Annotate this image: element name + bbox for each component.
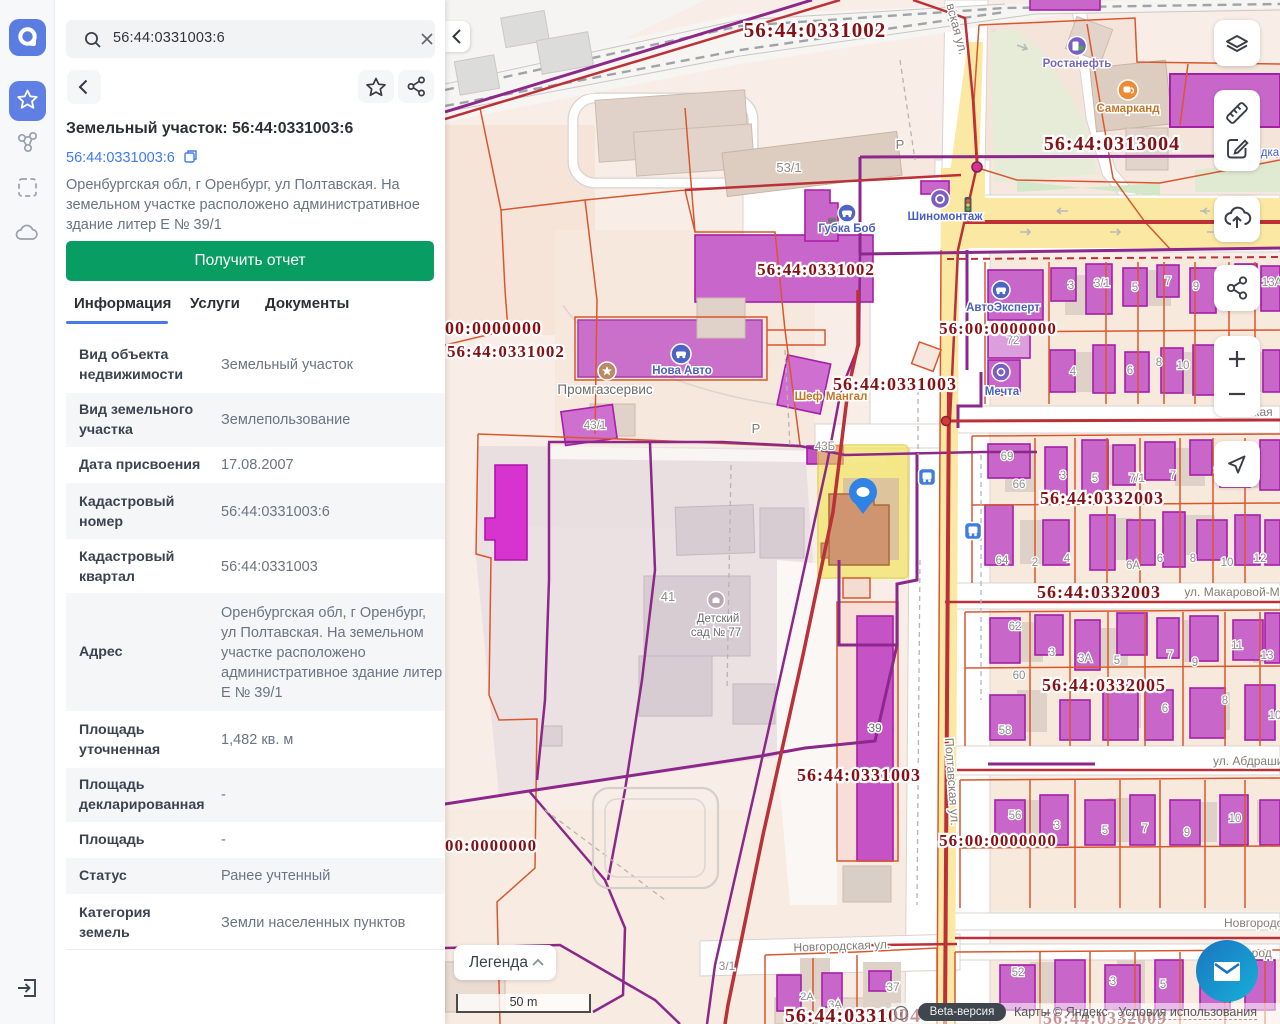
svg-text:9: 9 [1184, 827, 1190, 839]
svg-text:56:44:0332003: 56:44:0332003 [1037, 582, 1161, 602]
svg-text:Самарканд: Самарканд [1096, 103, 1160, 115]
svg-text:10: 10 [1229, 813, 1242, 825]
svg-text:56:44:0331003: 56:44:0331003 [833, 374, 957, 394]
svg-text:ул. Макаровой-М: ул. Макаровой-М [1184, 585, 1279, 599]
svg-text:00:0000000: 00:0000000 [445, 836, 537, 855]
svg-text:64: 64 [996, 555, 1009, 567]
svg-text:41: 41 [661, 589, 675, 604]
svg-text:56:44:0332005: 56:44:0332005 [1042, 675, 1166, 695]
svg-text:69: 69 [1001, 451, 1014, 463]
svg-text:8: 8 [1190, 553, 1196, 565]
svg-text:56:44:0331003: 56:44:0331003 [797, 765, 921, 785]
svg-text:Детский: Детский [697, 613, 740, 625]
svg-text:13: 13 [1261, 650, 1274, 662]
svg-text:56:44:0332003: 56:44:0332003 [1040, 488, 1164, 508]
svg-text:АвтоЭксперт: АвтоЭксперт [966, 302, 1040, 314]
svg-text:7: 7 [1142, 823, 1148, 835]
svg-text:Шиномонтаж: Шиномонтаж [908, 211, 984, 223]
svg-text:3: 3 [1068, 280, 1074, 292]
svg-text:6: 6 [1157, 553, 1163, 565]
svg-text:3/1: 3/1 [1094, 278, 1110, 290]
svg-text:6А: 6А [1126, 560, 1140, 572]
svg-text:2А: 2А [800, 991, 814, 1003]
svg-text:5: 5 [1114, 655, 1120, 667]
svg-text:8: 8 [1156, 357, 1162, 369]
svg-text:5: 5 [1160, 979, 1166, 991]
svg-text:52: 52 [1012, 967, 1025, 979]
svg-text:Р: Р [752, 421, 761, 436]
svg-text:10: 10 [1177, 360, 1190, 372]
svg-text:5: 5 [1132, 282, 1138, 294]
svg-text:Промгазсервис: Промгазсервис [557, 382, 653, 397]
svg-text:43Б: 43Б [815, 441, 835, 453]
svg-text:2: 2 [1032, 557, 1038, 569]
svg-text:3: 3 [1060, 470, 1066, 482]
svg-text:Ростанефть: Ростанефть [1043, 58, 1112, 70]
svg-text:5: 5 [1092, 473, 1098, 485]
svg-text:56:44:0313004: 56:44:0313004 [1044, 133, 1180, 155]
svg-text:5: 5 [1102, 825, 1108, 837]
svg-text:12: 12 [1254, 553, 1267, 565]
svg-text:9: 9 [1192, 657, 1198, 669]
svg-text:Мечта: Мечта [985, 386, 1020, 398]
svg-text:39: 39 [868, 721, 882, 735]
svg-text:4: 4 [1064, 553, 1071, 565]
svg-text:56:44:0331002: 56:44:0331002 [447, 342, 565, 361]
svg-text:дка: дка [1261, 147, 1280, 159]
svg-text:10: 10 [1269, 710, 1280, 722]
svg-text:ул. Абдраши: ул. Абдраши [1213, 754, 1280, 768]
svg-text:56: 56 [1009, 810, 1022, 822]
svg-text:Р: Р [896, 137, 905, 152]
svg-text:7: 7 [1165, 276, 1171, 288]
svg-text:11: 11 [1231, 640, 1243, 652]
svg-text:43/1: 43/1 [584, 420, 606, 432]
svg-text:Губка Боб: Губка Боб [818, 223, 875, 235]
svg-text:56:00:0000000: 56:00:0000000 [939, 319, 1057, 338]
svg-text:Нова Авто: Нова Авто [652, 365, 712, 377]
svg-text:56:44:0331002: 56:44:0331002 [757, 260, 875, 279]
svg-text:56:44:0331002: 56:44:0331002 [744, 18, 887, 42]
svg-text:4: 4 [1070, 366, 1077, 378]
svg-text:3: 3 [1110, 976, 1116, 988]
svg-text:8: 8 [1222, 695, 1228, 707]
svg-text:60: 60 [1013, 670, 1026, 682]
svg-text:7: 7 [1170, 470, 1176, 482]
svg-text:66: 66 [1013, 479, 1026, 491]
svg-text:7: 7 [1167, 650, 1173, 662]
svg-text:53/1: 53/1 [776, 160, 801, 175]
svg-text:сад № 77: сад № 77 [691, 627, 741, 639]
svg-text:10: 10 [1221, 557, 1234, 569]
svg-text:7/1: 7/1 [1129, 473, 1145, 485]
svg-text:3/1: 3/1 [719, 959, 736, 973]
svg-text:Новгородо: Новгородо [1224, 916, 1280, 930]
svg-text:56:00:0000000: 56:00:0000000 [939, 831, 1057, 850]
svg-text:13А: 13А [1262, 277, 1280, 289]
svg-text:3: 3 [1049, 647, 1055, 659]
svg-text:6: 6 [1127, 365, 1133, 377]
svg-text:37: 37 [886, 980, 900, 994]
svg-text:9: 9 [1193, 281, 1199, 293]
svg-text:6: 6 [1162, 703, 1168, 715]
svg-text:3А: 3А [1078, 653, 1092, 665]
svg-text:00:0000000: 00:0000000 [445, 318, 542, 338]
svg-text:62: 62 [1009, 621, 1022, 633]
svg-text:58: 58 [999, 725, 1012, 737]
